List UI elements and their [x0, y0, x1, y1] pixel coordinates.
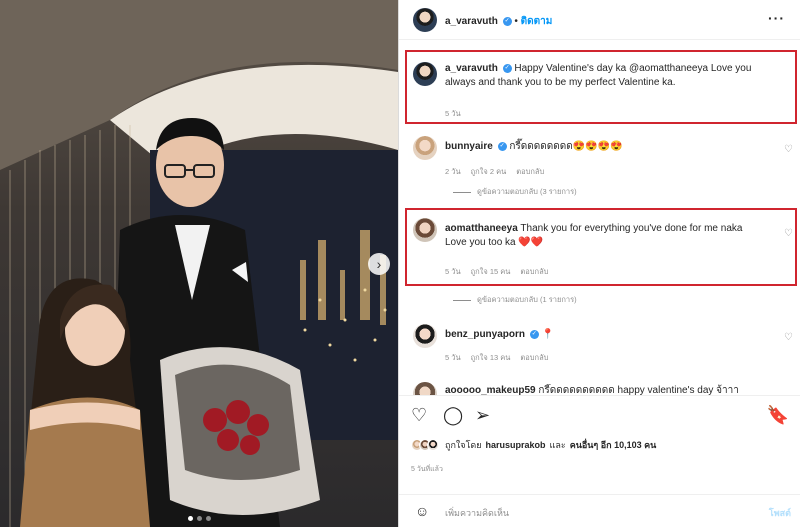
likes-conj: และ — [549, 440, 566, 450]
heart-icon[interactable]: ♡ — [784, 228, 793, 239]
reply-button[interactable]: ตอบกลับ — [516, 166, 544, 178]
comment-text: bunnyaire ✓ กรี๊ดดดดดดดด😍😍😍😍 — [445, 140, 765, 154]
comment-time[interactable]: 5 วัน — [445, 352, 461, 364]
comment-body: 📍 — [541, 329, 555, 340]
heart-icon[interactable]: ♡ — [784, 332, 793, 343]
caption-meta: 5 วัน — [445, 108, 461, 120]
verified-icon: ✓ — [502, 16, 512, 26]
replies-label: ดูข้อความตอบกลับ (1 รายการ) — [477, 295, 577, 304]
comment-icon[interactable]: ◯ — [443, 406, 463, 424]
view-replies-button[interactable]: ดูข้อความตอบกลับ (1 รายการ) — [453, 294, 577, 306]
follow-button[interactable]: ติดตาม — [521, 16, 553, 27]
heart-icon[interactable]: ♡ — [411, 406, 427, 424]
comment-input[interactable]: เพิ่มความคิดเห็น — [445, 506, 509, 520]
owner-username[interactable]: a_varavuth — [445, 16, 498, 27]
avatar[interactable] — [413, 136, 437, 160]
post-panel: a_varavuth ✓ • ติดตาม ··· a_varavuth ✓ H… — [398, 0, 800, 527]
carousel-indicator — [0, 516, 398, 521]
comment-body: กรี๊ดดดดดดดดดด happy valentine's day จ้า… — [538, 385, 739, 395]
avatar[interactable] — [413, 324, 437, 348]
add-comment-bar: ☺ เพิ่มความคิดเห็น โพสต์ — [399, 494, 800, 527]
comment-body: กรี๊ดดดดดดดด😍😍😍😍 — [509, 141, 623, 152]
comment-likes[interactable]: ถูกใจ 13 คน — [471, 352, 511, 364]
comment-meta: 2 วัน ถูกใจ 2 คน ตอบกลับ — [445, 166, 544, 178]
replies-line — [453, 191, 471, 193]
reply-button[interactable]: ตอบกลับ — [520, 266, 548, 278]
replies-line — [453, 299, 471, 301]
likes-others[interactable]: คนอื่นๆ อีก 10,103 คน — [570, 438, 657, 452]
verified-icon: ✓ — [529, 329, 539, 339]
avatar[interactable] — [413, 382, 437, 395]
replies-label: ดูข้อความตอบกลับ (3 รายการ) — [477, 187, 577, 196]
comment-time[interactable]: 5 วัน — [445, 266, 461, 278]
list-item: aooooo_makeup59 กรี๊ดดดดดดดดดด happy val… — [399, 380, 800, 395]
comment-meta: 5 วัน ถูกใจ 15 คน ตอบกลับ — [445, 266, 548, 278]
reply-button[interactable]: ตอบกลับ — [520, 352, 548, 364]
avatar[interactable] — [413, 8, 437, 32]
liker-avatars — [411, 439, 439, 451]
caption-time[interactable]: 5 วัน — [445, 108, 461, 120]
comment-meta: 5 วัน ถูกใจ 13 คน ตอบกลับ — [445, 352, 548, 364]
likes-summary[interactable]: ถูกใจโดย harusuprakob และ คนอื่นๆ อีก 10… — [411, 438, 656, 452]
carousel-dot — [187, 516, 193, 521]
comment-username[interactable]: bunnyaire — [445, 141, 493, 152]
avatar — [427, 439, 439, 451]
list-item: benz_punyaporn ✓ 📍 ♡ 5 วัน ถูกใจ 13 คน ต… — [399, 324, 800, 368]
likes-prefix: ถูกใจโดย — [445, 440, 482, 450]
post-header: a_varavuth ✓ • ติดตาม ··· — [399, 0, 800, 40]
comment-username[interactable]: aooooo_makeup59 — [445, 385, 536, 395]
comment-time[interactable]: 2 วัน — [445, 166, 461, 178]
comment-text: aooooo_makeup59 กรี๊ดดดดดดดดดด happy val… — [445, 384, 785, 395]
likes-user[interactable]: harusuprakob — [486, 440, 546, 450]
caption-username[interactable]: a_varavuth — [445, 63, 498, 74]
heart-icon[interactable]: ♡ — [784, 144, 793, 155]
verified-icon: ✓ — [502, 63, 512, 73]
comment-text: benz_punyaporn ✓ 📍 — [445, 328, 765, 342]
post-caption: a_varavuth ✓ Happy Valentine's day ka @a… — [399, 56, 800, 122]
comment-username[interactable]: benz_punyaporn — [445, 329, 525, 340]
post-button[interactable]: โพสต์ — [769, 506, 791, 520]
photo-illustration — [0, 0, 398, 527]
action-bar: ♡ ◯ ➢ 🔖 — [399, 395, 800, 435]
carousel-dot — [205, 516, 211, 521]
comment-text: aomatthaneeya Thank you for everything y… — [445, 222, 765, 250]
list-item: bunnyaire ✓ กรี๊ดดดดดดดด😍😍😍😍 ♡ 2 วัน ถูก… — [399, 136, 800, 196]
caption-text: a_varavuth ✓ Happy Valentine's day ka @a… — [445, 62, 775, 90]
next-photo-button[interactable]: › — [368, 253, 390, 275]
list-item: aomatthaneeya Thank you for everything y… — [399, 218, 800, 304]
post-photo[interactable]: › — [0, 0, 398, 527]
post-date[interactable]: 5 วันที่แล้ว — [411, 464, 443, 475]
avatar[interactable] — [413, 218, 437, 242]
verified-icon: ✓ — [497, 141, 507, 151]
emoji-icon[interactable]: ☺ — [415, 503, 429, 519]
comment-username[interactable]: aomatthaneeya — [445, 223, 518, 234]
comment-likes[interactable]: ถูกใจ 15 คน — [471, 266, 511, 278]
chevron-right-icon: › — [376, 256, 382, 272]
avatar[interactable] — [413, 62, 437, 86]
comment-likes[interactable]: ถูกใจ 2 คน — [471, 166, 507, 178]
more-horizontal-icon[interactable]: ··· — [768, 10, 785, 26]
bookmark-icon[interactable]: 🔖 — [767, 406, 789, 424]
carousel-dot — [196, 516, 202, 521]
view-replies-button[interactable]: ดูข้อความตอบกลับ (3 รายการ) — [453, 186, 577, 198]
share-icon[interactable]: ➢ — [475, 406, 490, 424]
